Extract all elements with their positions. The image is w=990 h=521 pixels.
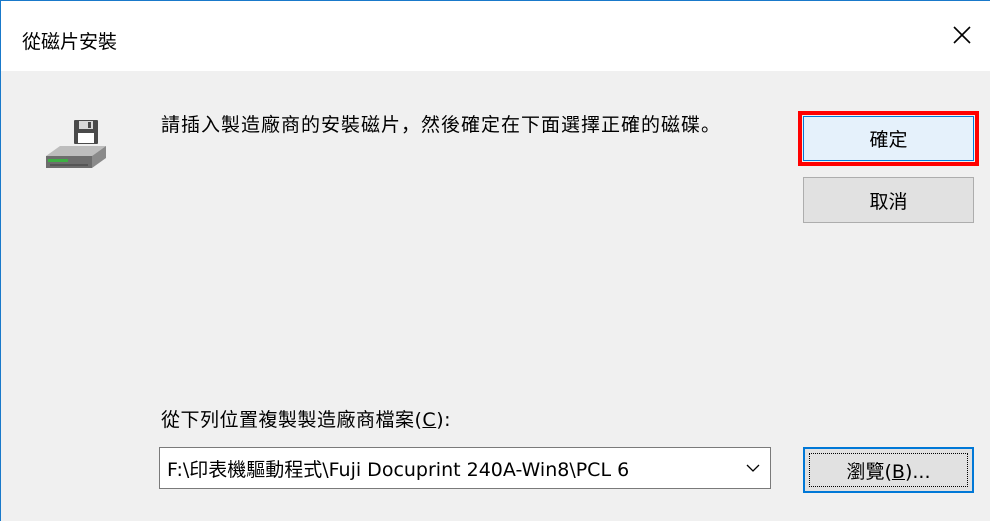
ok-button-label: 確定 (869, 129, 908, 151)
dropdown-arrow[interactable] (736, 448, 770, 488)
title-bar: 從磁片安裝 (1, 1, 990, 71)
focus-rectangle (809, 453, 968, 487)
floppy-disk-drive-icon (46, 120, 106, 168)
copy-label-mnemonic: C (422, 409, 437, 431)
close-button[interactable] (944, 17, 980, 53)
copy-from-label: 從下列位置複製製造廠商檔案(C): (161, 405, 451, 432)
copy-from-path-combobox[interactable]: F:\印表機驅動程式\Fuji Docuprint 240A-Win8\PCL … (159, 447, 771, 489)
copy-label-suffix: ): (436, 409, 452, 431)
browse-button[interactable]: 瀏覽(B)... (803, 447, 974, 493)
cancel-button[interactable]: 取消 (803, 177, 974, 223)
cancel-button-label: 取消 (869, 190, 908, 213)
path-value: F:\印表機驅動程式\Fuji Docuprint 240A-Win8\PCL … (167, 458, 630, 481)
chevron-down-icon (746, 464, 760, 472)
install-from-disk-dialog: 從磁片安裝 請插入製造廠商的安裝磁片，然後確定在下面選擇正確的磁碟。 確定 取消… (0, 0, 990, 521)
close-icon (953, 26, 971, 44)
instruction-message: 請插入製造廠商的安裝磁片，然後確定在下面選擇正確的磁碟。 (161, 114, 722, 136)
ok-button[interactable]: 確定 (803, 116, 974, 161)
window-title: 從磁片安裝 (22, 31, 118, 53)
copy-label-text: 從下列位置複製製造廠商檔案( (161, 409, 423, 431)
